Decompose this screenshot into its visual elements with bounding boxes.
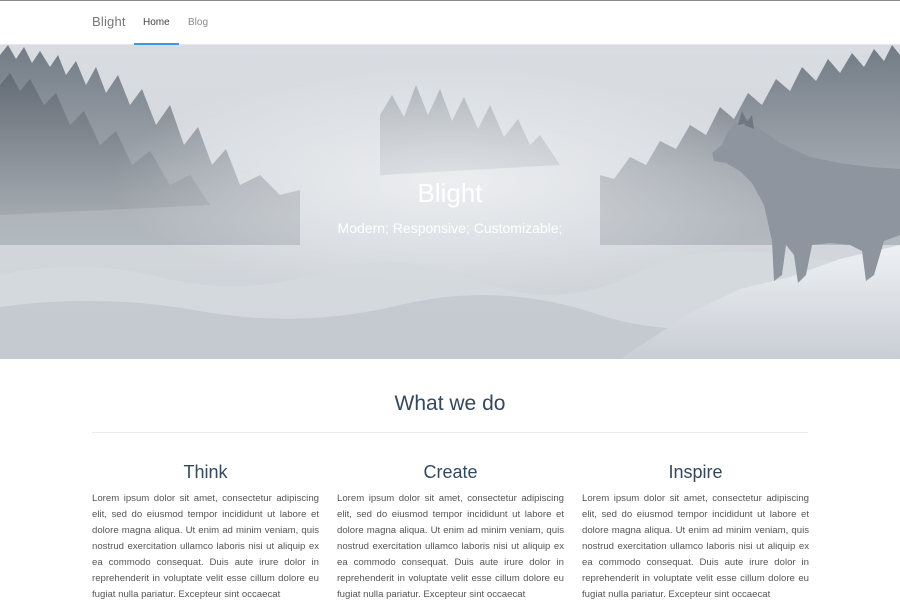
section-title: What we do	[394, 392, 506, 415]
section-divider	[92, 432, 808, 433]
hero-banner: Blight Modern; Responsive; Customizable;	[0, 45, 900, 359]
feature-heading: Create	[423, 462, 478, 482]
feature-heading: Inspire	[668, 462, 723, 482]
feature-text: Lorem ipsum dolor sit amet, consectetur …	[92, 493, 319, 600]
feature-heading: Think	[183, 462, 228, 482]
top-navbar: Blight Home Blog	[0, 0, 900, 46]
feature-text: Lorem ipsum dolor sit amet, consectetur …	[337, 493, 564, 600]
feature-column-think: Think Lorem ipsum dolor sit amet, consec…	[92, 462, 319, 603]
nav-link-home[interactable]: Home	[143, 17, 170, 28]
hero-title: Blight	[417, 178, 483, 208]
brand-link[interactable]: Blight	[92, 14, 126, 29]
nav-link-blog[interactable]: Blog	[188, 17, 208, 28]
feature-column-inspire: Inspire Lorem ipsum dolor sit amet, cons…	[582, 462, 809, 603]
hero-subtitle: Modern; Responsive; Customizable;	[337, 220, 563, 236]
feature-column-create: Create Lorem ipsum dolor sit amet, conse…	[337, 462, 564, 603]
feature-text: Lorem ipsum dolor sit amet, consectetur …	[582, 493, 809, 600]
